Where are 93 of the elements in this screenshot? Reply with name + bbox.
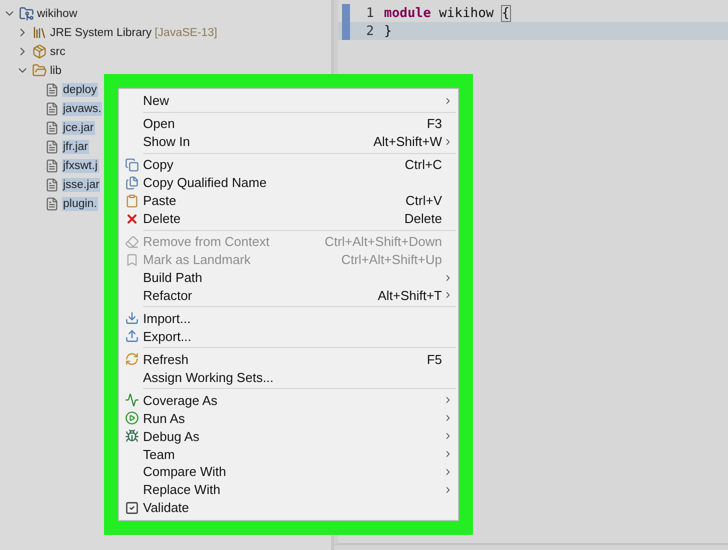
shortcut-text: Ctrl+V: [406, 193, 442, 208]
menu-item-label: Build Path: [143, 270, 204, 285]
menu-item-label: Compare With: [143, 464, 228, 480]
delete-icon: [125, 212, 139, 226]
menu-item[interactable]: Import...: [119, 309, 458, 328]
code-text: }: [384, 24, 392, 38]
menu-item-label: New: [143, 93, 170, 108]
file-icon: [45, 140, 59, 154]
shortcut-text: Delete: [404, 211, 442, 226]
menu-item[interactable]: Coverage As: [119, 391, 458, 410]
folder-icon: [32, 63, 46, 78]
menu-item[interactable]: New: [119, 92, 458, 110]
menu-item-label: Copy Qualified Name: [143, 175, 268, 190]
menu-item[interactable]: Debug As: [119, 427, 458, 446]
menu-item-label: Copy: [143, 157, 174, 172]
menu-item-label: Remove from Context: [143, 234, 270, 250]
file-icon: [45, 178, 59, 192]
paste-icon: [125, 194, 139, 208]
menu-item[interactable]: Export...: [119, 327, 458, 346]
code-text: wikihow: [438, 6, 494, 20]
project-icon: [18, 6, 34, 21]
shortcut-text: F3: [426, 116, 442, 132]
menu-item[interactable]: Copy Ctrl+C: [119, 156, 458, 174]
file-icon: [45, 82, 59, 96]
play-icon: [125, 411, 139, 426]
menu-item-label: Refresh: [143, 352, 190, 367]
tree-item[interactable]: deploy: [62, 82, 98, 96]
tree-item[interactable]: JRE System Library: [49, 26, 153, 40]
tree-item-decoration: [JavaSE-13]: [154, 26, 218, 38]
menu-item-label: Delete: [143, 211, 182, 226]
menu-item-label: Validate: [143, 500, 190, 516]
shortcut-text: Alt+Shift+T: [378, 288, 442, 303]
menu-item-label: Replace With: [143, 482, 222, 498]
menu-item-label: Refactor: [143, 288, 194, 303]
menu-item[interactable]: Delete Delete: [119, 210, 458, 228]
menu-item-label: Import...: [143, 310, 192, 326]
code-text: {: [502, 6, 510, 20]
shortcut-text: Ctrl+Alt+Shift+Down: [324, 234, 442, 250]
menu-item-label: Coverage As: [143, 392, 218, 408]
tree-item[interactable]: plugin.: [62, 196, 98, 210]
shortcut-text: Ctrl+C: [404, 157, 442, 172]
menu-item-label: Assign Working Sets...: [143, 370, 275, 385]
menu-item[interactable]: Show In Alt+Shift+W: [119, 132, 458, 151]
code-keyword: module: [384, 6, 431, 20]
menu-item[interactable]: Replace With: [119, 480, 458, 499]
shortcut-text: Ctrl+Alt+Shift+Up: [341, 252, 442, 268]
menu-item[interactable]: Refresh F5: [119, 350, 458, 368]
menu-item[interactable]: Validate: [119, 498, 458, 517]
copy-icon: [125, 158, 139, 172]
refresh-icon: [125, 352, 139, 366]
file-icon: [45, 158, 59, 172]
bug-icon: [125, 429, 139, 444]
line-number: 1: [365, 6, 375, 20]
coverage-icon: [125, 393, 139, 408]
eraser-icon: [125, 234, 139, 249]
tree-item[interactable]: lib: [49, 64, 63, 78]
menu-item[interactable]: Open F3: [119, 114, 458, 133]
documents-icon: [125, 176, 139, 190]
menu-item[interactable]: Compare With: [119, 463, 458, 481]
menu-item-label: Mark as Landmark: [143, 252, 252, 268]
tree-item[interactable]: jsse.jar: [62, 178, 100, 192]
menu-item-label: Open: [143, 116, 176, 132]
export-icon: [125, 329, 139, 344]
menu-item[interactable]: Refactor Alt+Shift+T: [119, 286, 458, 304]
file-icon: [45, 102, 59, 116]
menu-item-label: Team: [143, 446, 176, 462]
menu-item[interactable]: Copy Qualified Name: [119, 174, 458, 192]
menu-item-label: Export...: [143, 328, 192, 344]
menu-item-label: Paste: [143, 193, 178, 208]
tree-item[interactable]: jce.jar: [62, 120, 95, 134]
menu-item[interactable]: Paste Ctrl+V: [119, 192, 458, 210]
shortcut-text: F5: [426, 352, 442, 367]
menu-item[interactable]: Build Path: [119, 268, 458, 286]
menu-item-label: Show In: [143, 134, 191, 150]
menu-item-label: Debug As: [143, 428, 200, 444]
library-icon: [32, 25, 46, 40]
import-icon: [125, 311, 139, 326]
file-icon: [45, 196, 59, 210]
shortcut-text: Alt+Shift+W: [373, 134, 442, 150]
menu-item[interactable]: Assign Working Sets...: [119, 368, 458, 386]
bookmark-icon: [125, 252, 139, 267]
menu-item-label: Run As: [143, 410, 186, 426]
menu-item[interactable]: Run As: [119, 409, 458, 428]
checkbox-icon: [125, 500, 139, 515]
menu-item[interactable]: Team: [119, 445, 458, 464]
package-folder-icon: [32, 44, 46, 59]
tree-item[interactable]: wikihow: [36, 6, 78, 20]
tree-item[interactable]: jfr.jar: [62, 140, 89, 154]
tree-item[interactable]: jfxswt.j: [62, 158, 98, 172]
tree-item[interactable]: src: [49, 44, 66, 58]
file-icon: [45, 120, 59, 134]
line-number: 2: [365, 24, 375, 38]
tree-item[interactable]: javaws.: [62, 102, 102, 116]
